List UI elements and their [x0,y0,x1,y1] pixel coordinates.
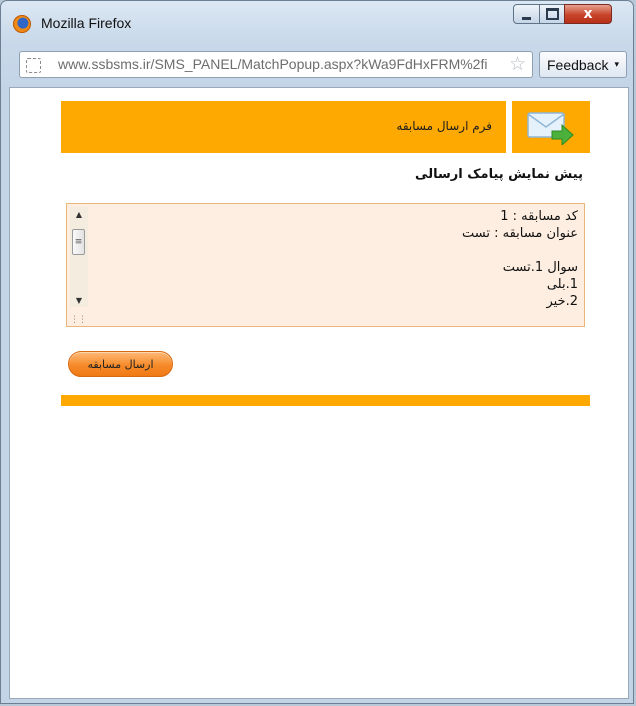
preview-title: پیش نمایش پیامک ارسالی [415,167,583,182]
scroll-up-icon[interactable]: ▲ [70,207,88,221]
message-preview-textarea[interactable]: کد مسابقه : 1 عنوان مسابقه : تست سوال 1.… [66,203,585,327]
header-title: فرم ارسال مسابقه [396,119,492,133]
close-icon: x [583,6,593,22]
resize-grip-icon[interactable]: ⋮⋮ [70,315,87,325]
firefox-icon [13,15,31,33]
scroll-down-icon[interactable]: ▼ [70,293,88,307]
scroll-thumb[interactable]: ≡ [72,229,85,255]
close-button[interactable]: x [564,4,612,24]
maximize-button[interactable] [539,4,565,24]
maximize-icon [545,8,559,20]
url-text[interactable]: www.ssbsms.ir/SMS_PANEL/MatchPopup.aspx?… [58,56,502,72]
message-scrollbar[interactable]: ▲ ≡ ▼ [70,207,88,307]
window-title: Mozilla Firefox [41,15,132,31]
minimize-icon [522,16,531,20]
star-icon[interactable]: ☆ [509,53,526,76]
message-preview-text: کد مسابقه : 1 عنوان مسابقه : تست سوال 1.… [462,209,578,309]
page-icon [26,58,41,73]
title-bar[interactable]: Mozilla Firefox x [1,1,633,45]
feedback-button[interactable]: Feedback ▾ [539,51,627,78]
footer-bar [61,395,590,406]
minimize-button[interactable] [513,4,540,24]
send-contest-button[interactable]: ارسال مسابقه [68,351,173,377]
browser-window: Mozilla Firefox x www.ssbsms.ir/SMS_PANE… [0,0,634,704]
page-content: فرم ارسال مسابقه پیش نمایش پیامک ارسالی … [9,87,629,699]
header-separator [506,101,512,153]
header-bar: فرم ارسال مسابقه [61,101,590,153]
feedback-label: Feedback [546,56,609,73]
chevron-down-icon: ▾ [614,59,619,69]
address-bar[interactable]: www.ssbsms.ir/SMS_PANEL/MatchPopup.aspx?… [19,51,533,78]
mail-send-icon [527,112,574,145]
